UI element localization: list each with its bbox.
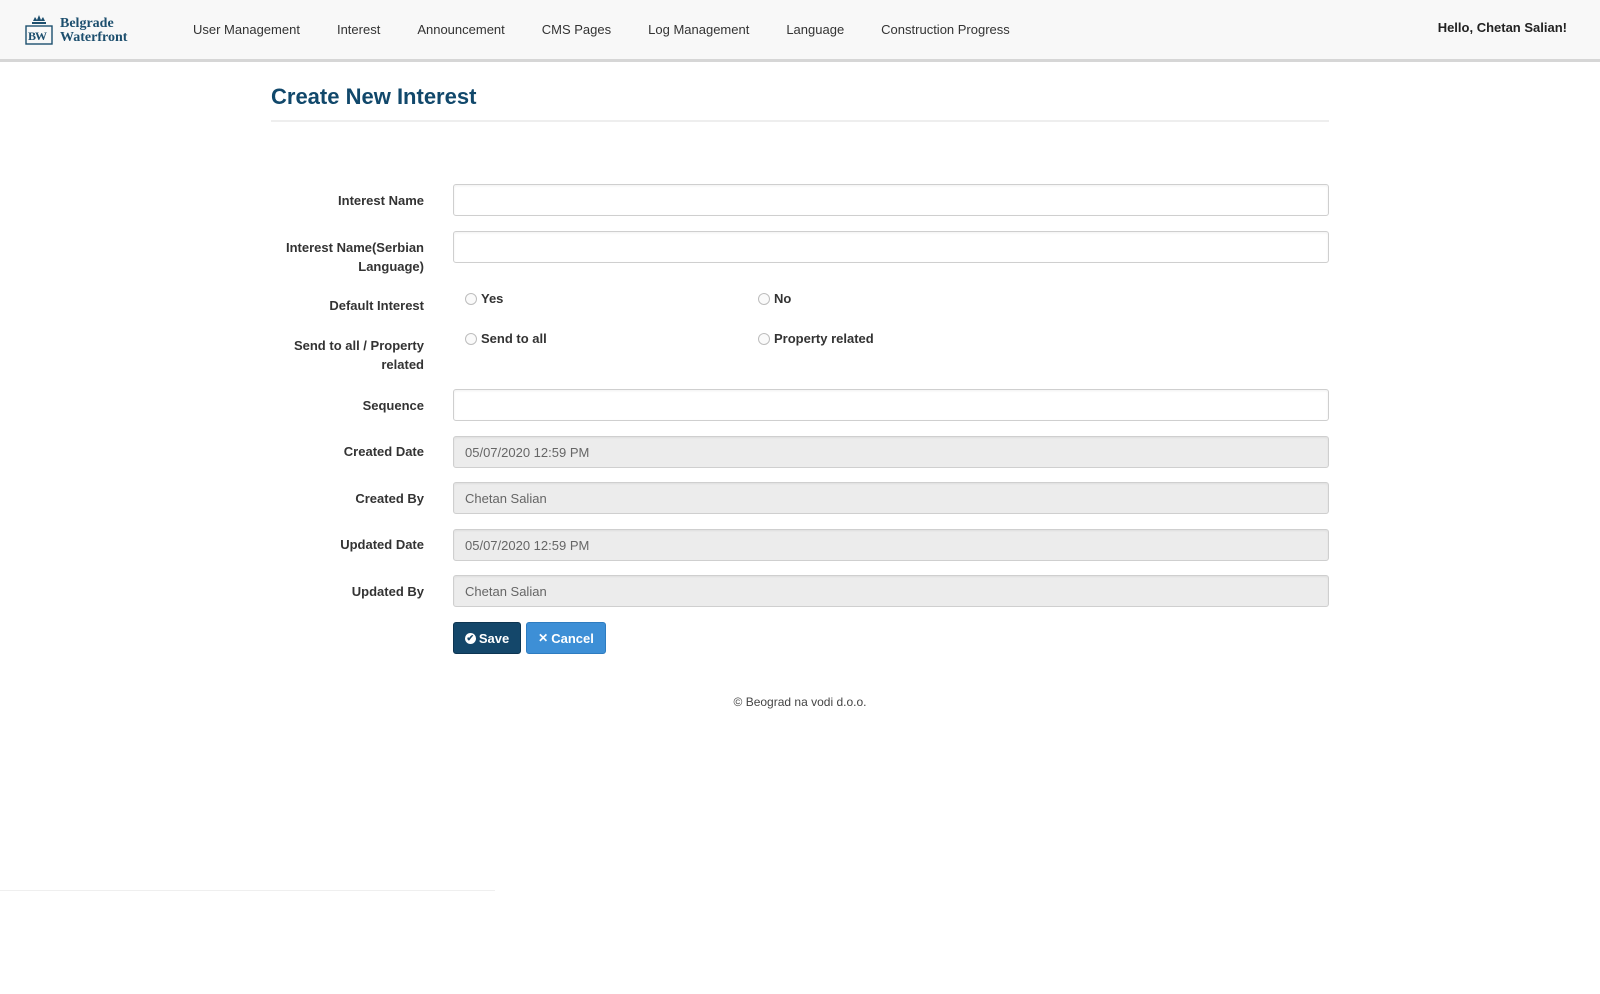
save-button-label: Save — [478, 630, 510, 646]
close-icon: ✕ — [538, 631, 549, 645]
sequence-label: Sequence — [362, 398, 424, 413]
interest-name-input[interactable] — [453, 184, 1329, 216]
created-by-label: Created By — [355, 491, 424, 506]
interest-name-label: Interest Name — [338, 193, 424, 208]
logo-line2: Waterfront — [60, 30, 128, 45]
nav-item-construction-progress[interactable]: Construction Progress — [881, 22, 1010, 37]
interest-name-serbian-label: Interest Name(Serbian Language) — [286, 240, 424, 274]
logo-line1: Belgrade — [60, 16, 114, 31]
nav-item-announcement[interactable]: Announcement — [417, 22, 504, 37]
page-title: Create New Interest — [271, 84, 477, 109]
crown-logo-icon: BW — [24, 14, 54, 48]
radio-yes[interactable] — [465, 292, 477, 305]
main-nav: User Management Interest Announcement CM… — [193, 0, 1047, 58]
created-by-field — [453, 482, 1329, 514]
check-circle-icon: ✔ — [464, 632, 476, 644]
radio-no[interactable] — [758, 292, 770, 305]
top-navbar: BW Belgrade Waterfront User Management I… — [0, 0, 1600, 62]
nav-item-language[interactable]: Language — [786, 22, 844, 37]
created-date-label: Created Date — [343, 444, 424, 459]
nav-item-user-management[interactable]: User Management — [193, 22, 300, 37]
radio-no-label: No — [774, 291, 792, 306]
send-to-all-option[interactable]: Send to all — [465, 331, 547, 346]
bottom-divider — [0, 890, 495, 891]
created-date-field — [453, 436, 1329, 468]
footer-copyright: © Beograd na vodi d.o.o. — [733, 695, 867, 709]
title-divider — [271, 120, 1329, 122]
save-button[interactable]: ✔ Save — [453, 622, 521, 654]
logo-monogram: BW — [28, 29, 47, 43]
property-related-option[interactable]: Property related — [758, 331, 874, 346]
radio-send-to-all-label: Send to all — [481, 331, 547, 346]
nav-item-interest[interactable]: Interest — [337, 22, 380, 37]
radio-property-related[interactable] — [758, 332, 770, 345]
updated-date-label: Updated Date — [340, 537, 424, 552]
radio-send-to-all[interactable] — [465, 332, 477, 345]
nav-item-cms-pages[interactable]: CMS Pages — [542, 22, 611, 37]
default-interest-label: Default Interest — [329, 298, 424, 313]
cancel-button-label: Cancel — [551, 630, 594, 646]
default-interest-yes-option[interactable]: Yes — [465, 291, 503, 306]
radio-property-related-label: Property related — [774, 331, 874, 346]
interest-name-serbian-input[interactable] — [453, 231, 1329, 263]
sequence-input[interactable] — [453, 389, 1329, 421]
brand-logo[interactable]: BW Belgrade Waterfront — [24, 10, 144, 52]
user-greeting[interactable]: Hello, Chetan Salian! — [1438, 20, 1567, 35]
send-to-label: Send to all / Property related — [293, 338, 424, 372]
default-interest-no-option[interactable]: No — [758, 291, 791, 306]
updated-date-field — [453, 529, 1329, 561]
updated-by-field — [453, 575, 1329, 607]
updated-by-label: Updated By — [351, 584, 424, 599]
radio-yes-label: Yes — [481, 291, 504, 306]
nav-item-log-management[interactable]: Log Management — [648, 22, 749, 37]
cancel-button[interactable]: ✕ Cancel — [526, 622, 606, 654]
